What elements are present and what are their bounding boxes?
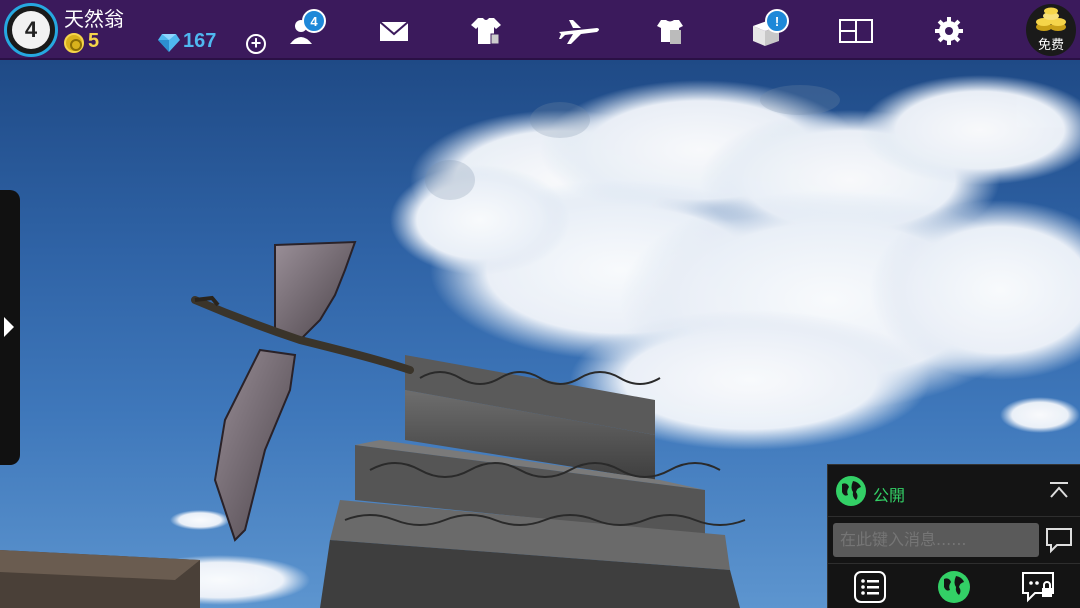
public-chat-globe-icon[interactable] xyxy=(937,570,971,604)
send-message-icon[interactable] xyxy=(1045,526,1073,554)
coin-count: 5 xyxy=(88,30,100,52)
level-badge[interactable]: 4 xyxy=(4,3,58,57)
chat-channel-label: 公開 xyxy=(873,486,906,505)
add-currency-button[interactable]: + xyxy=(246,34,266,54)
friends-badge: 4 xyxy=(302,9,326,33)
chat-channel-header[interactable]: 公開 xyxy=(828,465,1080,517)
chat-list-icon[interactable] xyxy=(853,570,887,604)
collapse-icon[interactable] xyxy=(1049,481,1069,501)
chat-toolbar xyxy=(828,563,1080,608)
clothing-icon[interactable] xyxy=(469,14,503,48)
top-bar: 4 天然翁 5 167 + 4 ! 免费 xyxy=(0,0,1080,60)
side-drawer-toggle[interactable] xyxy=(0,190,20,465)
private-chat-icon[interactable] xyxy=(1021,570,1055,604)
chat-message-input[interactable] xyxy=(833,523,1039,557)
shop-badge: ! xyxy=(765,9,789,33)
level-number: 4 xyxy=(12,11,50,49)
wardrobe-icon[interactable] xyxy=(653,14,687,48)
gem-icon xyxy=(158,34,180,52)
gem-count: 167 xyxy=(183,30,217,52)
gold-coins-icon xyxy=(1036,7,1066,31)
player-name: 天然翁 xyxy=(64,7,124,31)
free-label: 免费 xyxy=(1037,38,1064,53)
coin-icon xyxy=(64,33,84,53)
chevron-right-icon xyxy=(4,317,14,337)
chat-panel: 公開 xyxy=(827,464,1080,608)
settings-icon[interactable] xyxy=(932,14,966,48)
layout-icon[interactable] xyxy=(839,14,873,48)
globe-icon xyxy=(836,476,866,506)
mail-icon[interactable] xyxy=(377,14,411,48)
airplane-icon[interactable] xyxy=(557,14,601,48)
free-coins-button[interactable]: 免费 xyxy=(1026,4,1076,56)
